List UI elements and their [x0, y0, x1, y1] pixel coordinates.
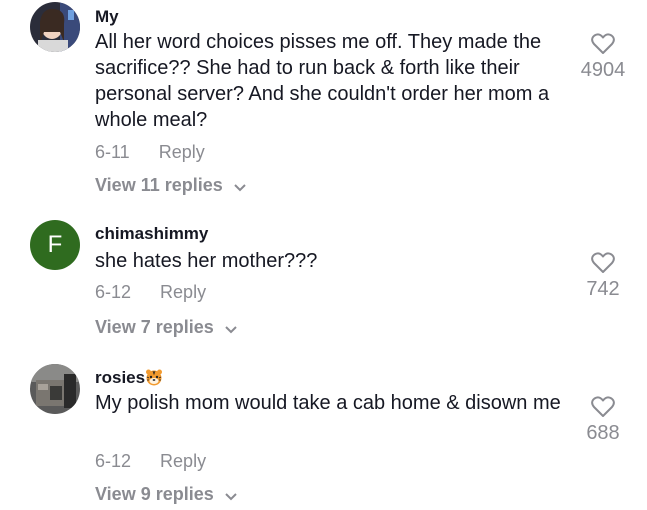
heart-outline-icon [573, 33, 633, 55]
like-count: 4904 [580, 59, 626, 81]
comment-date: 6-12 [95, 451, 132, 471]
comment-username[interactable]: rosies [95, 368, 163, 388]
like-button[interactable]: 4904 [573, 33, 633, 82]
comment-text: All her word choices pisses me off. They… [95, 31, 550, 131]
comment-meta: 6-12 Reply [95, 451, 206, 472]
like-button[interactable]: 742 [573, 252, 633, 301]
comment-meta: 6-11 Reply [95, 142, 205, 163]
comment-date: 6-12 [95, 282, 132, 302]
like-count: 688 [586, 422, 620, 444]
heart-outline-icon [573, 252, 633, 274]
view-replies-button[interactable]: View 7 replies [95, 317, 237, 339]
chevron-down-icon [234, 176, 246, 197]
comment-text: My polish mom would take a cab home & di… [95, 392, 561, 414]
comment-username[interactable]: chimashimmy [95, 224, 208, 244]
comment-meta: 6-12 Reply [95, 282, 206, 303]
view-replies-button[interactable]: View 9 replies [95, 484, 237, 506]
comment-text: she hates her mother??? [95, 250, 318, 272]
comment-item: rosies My polish mom would take a cab ho… [0, 362, 647, 510]
heart-outline-icon [573, 396, 633, 418]
avatar[interactable] [30, 2, 80, 52]
view-replies-label: View 7 replies [95, 317, 214, 337]
avatar[interactable] [30, 364, 80, 414]
username-label: rosies [95, 368, 146, 387]
comment-date: 6-11 [95, 142, 130, 162]
avatar[interactable]: F [30, 220, 80, 270]
like-count: 742 [586, 278, 620, 300]
reply-button[interactable]: Reply [159, 142, 205, 162]
reply-button[interactable]: Reply [160, 282, 206, 302]
view-replies-label: View 11 replies [95, 175, 223, 195]
view-replies-button[interactable]: View 11 replies [95, 175, 246, 197]
comment-item: F chimashimmy she hates her mother??? 6-… [0, 218, 647, 348]
comment-item: My All her word choices pisses me off. T… [0, 0, 647, 205]
chevron-down-icon [225, 485, 237, 506]
like-button[interactable]: 688 [573, 396, 633, 445]
comment-username[interactable]: My [95, 7, 119, 27]
reply-button[interactable]: Reply [160, 451, 206, 471]
tiger-face-icon [145, 368, 163, 387]
chevron-down-icon [225, 318, 237, 339]
view-replies-label: View 9 replies [95, 484, 214, 504]
